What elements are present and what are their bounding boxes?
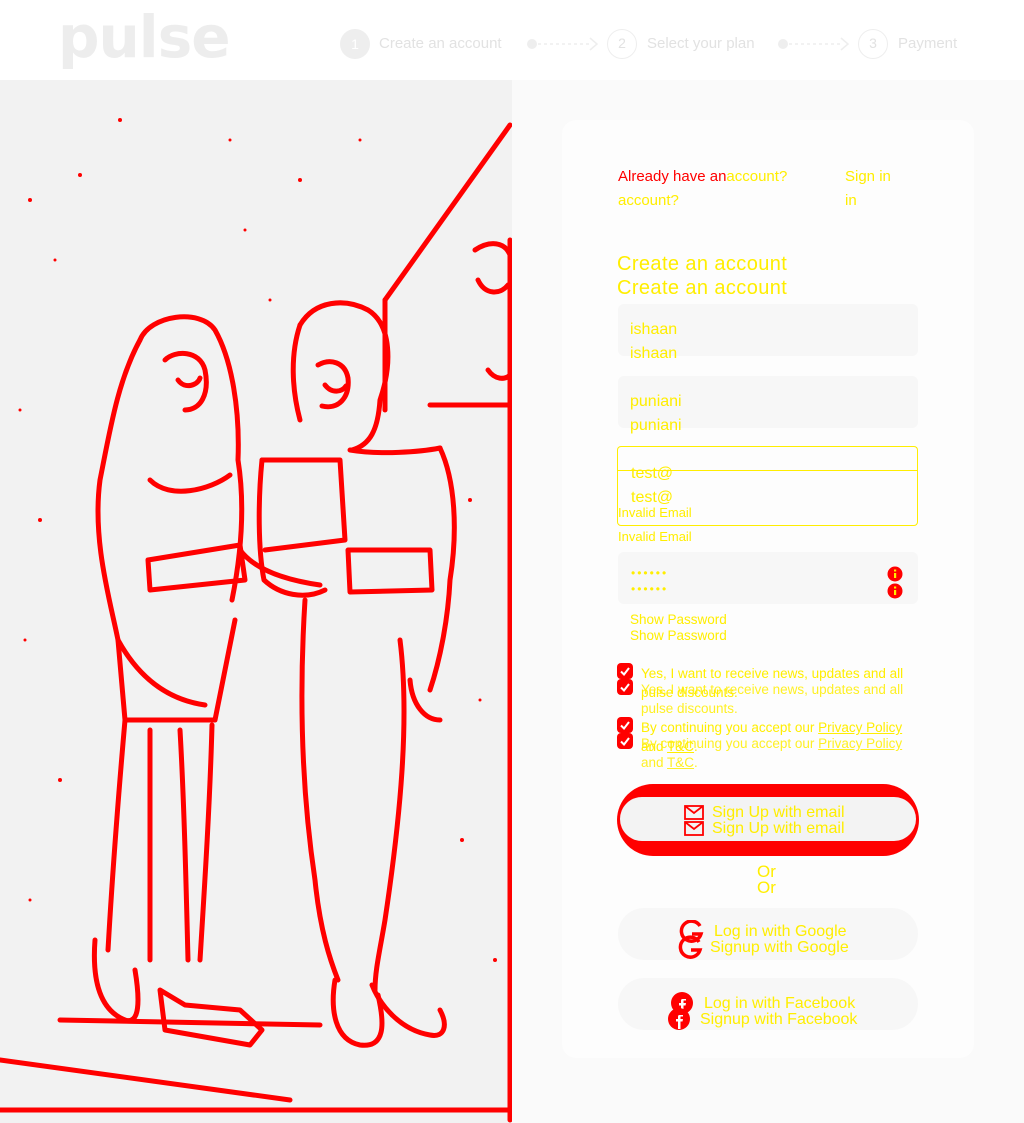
terms-prefix-ghost: By continuing you accept our: [641, 736, 815, 751]
step-1-label: Create an account: [379, 35, 502, 52]
email-error-ghost: Invalid Email: [618, 529, 692, 544]
last-name-value[interactable]: puniani: [630, 393, 682, 411]
step-1-circle: 1: [340, 29, 370, 59]
google-icon: [678, 920, 704, 959]
terms-checkbox-ghost: [617, 733, 633, 749]
step-2-label: Select your plan: [647, 35, 755, 52]
show-password-toggle-ghost: Show Password: [630, 628, 727, 643]
step-3-label: Payment: [898, 35, 958, 52]
check-icon: [620, 667, 630, 677]
check-icon: [620, 683, 630, 693]
two-women-laughing-image: [0, 118, 512, 1123]
email-value[interactable]: test@: [631, 465, 673, 483]
first-name-value[interactable]: ishaan: [630, 321, 677, 339]
form-title-ghost: Create an account: [617, 277, 788, 299]
step-2-circle: 2: [607, 29, 637, 59]
terms-consent-text-ghost: By continuing you accept our Privacy Pol…: [641, 734, 921, 772]
first-name-value-ghost: ishaan: [630, 345, 678, 362]
or-divider-ghost: Or: [757, 878, 776, 897]
signin-prompt-text: Already have an: [618, 168, 727, 185]
hero-photo: [0, 80, 512, 1123]
terms-link-ghost: T&C: [667, 755, 695, 770]
terms-checkbox[interactable]: [617, 717, 633, 733]
show-password-toggle[interactable]: Show Password: [630, 612, 727, 627]
pulse-logo[interactable]: pulse: [58, 8, 231, 66]
marketing-consent-text-ghost: Yes, I want to receive news, updates and…: [641, 682, 904, 716]
check-icon: [620, 721, 630, 731]
last-name-value-ghost: puniani: [630, 417, 682, 434]
marketing-checkbox-ghost: [617, 679, 633, 695]
password-value[interactable]: ••••••: [631, 566, 668, 580]
step-connector-2: [778, 37, 850, 51]
privacy-policy-link[interactable]: Privacy Policy: [818, 720, 902, 735]
form-title: Create an account: [617, 253, 788, 275]
marketing-checkbox[interactable]: [617, 663, 633, 679]
signin-prompt-wrap: account?: [618, 192, 679, 209]
signin-prompt-tail: account?: [726, 168, 788, 185]
check-icon: [620, 737, 630, 747]
signin-link[interactable]: Sign in: [845, 168, 891, 185]
envelope-icon: [684, 805, 704, 836]
signup-email-label-ghost: Sign Up with email: [712, 820, 845, 837]
step-connector-1: [527, 37, 599, 51]
terms-suffix-ghost: .: [694, 755, 698, 770]
step-3-circle: 3: [858, 29, 888, 59]
facebook-icon: [668, 992, 693, 1030]
info-icon[interactable]: [886, 566, 904, 600]
signin-link-wrap[interactable]: in: [845, 192, 857, 209]
signin-prompt: Already have anaccount?: [618, 168, 787, 185]
google-signup-label[interactable]: Signup with Google: [710, 939, 849, 957]
terms-and-ghost: and: [641, 755, 664, 770]
email-error: Invalid Email: [618, 505, 692, 520]
terms-prefix: By continuing you accept our: [641, 720, 815, 735]
password-value-ghost: ••••••: [631, 582, 669, 596]
top-header: pulse 1 Create an account 2 Select your …: [0, 0, 1024, 80]
facebook-signup-label[interactable]: Signup with Facebook: [700, 1011, 857, 1029]
privacy-policy-link-ghost: Privacy Policy: [818, 736, 903, 751]
